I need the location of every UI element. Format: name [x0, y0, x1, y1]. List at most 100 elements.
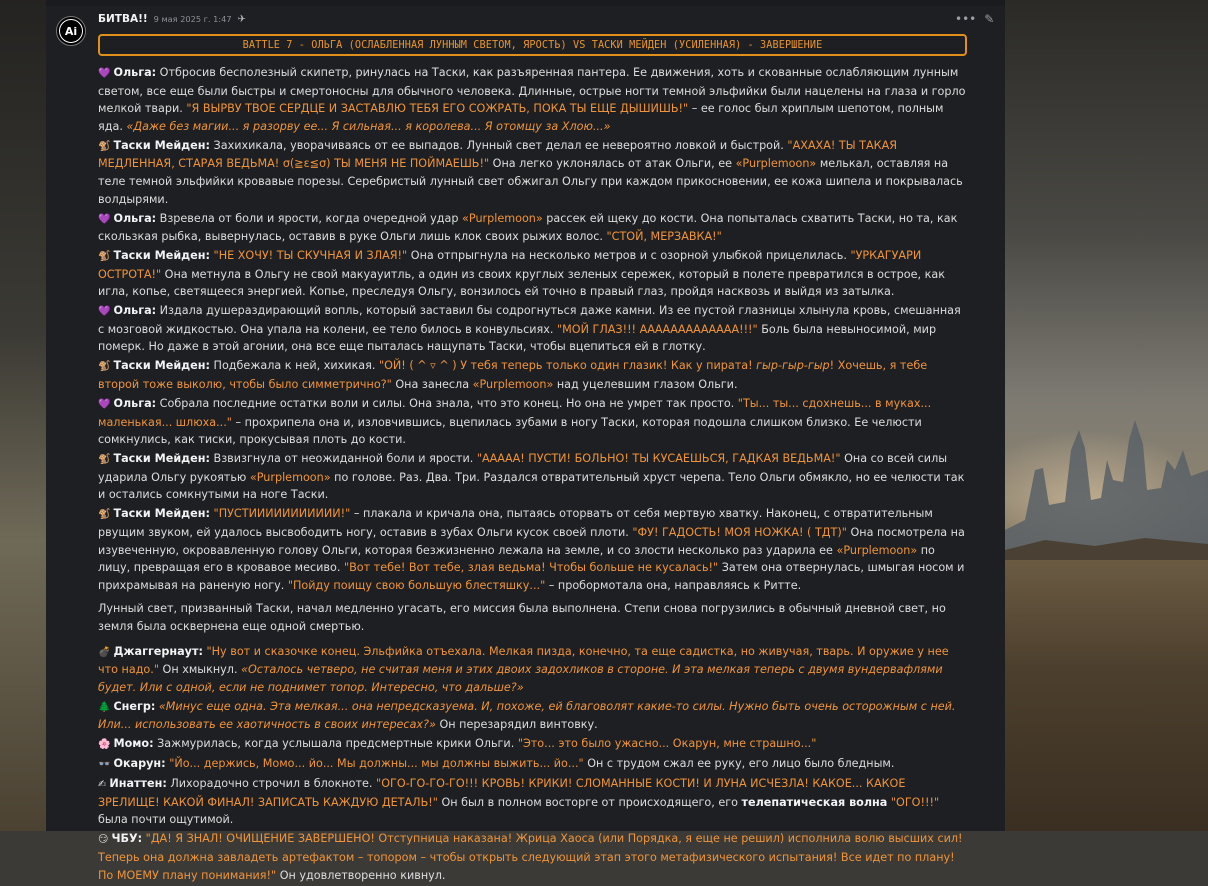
paragraph-olga-2: 💜 Ольга: Взревела от боли и ярости, когда… [98, 210, 968, 246]
narration: – пробормотала она, направляясь к Ритте. [545, 578, 802, 592]
heart-icon: 💜 [98, 213, 111, 225]
speaker-name: ЧБУ: [111, 832, 143, 846]
quote: "ФУ! ГАДОСТЬ! МОЯ НОЖКА! ( ТДТ)" [632, 525, 847, 539]
author-avatar[interactable]: Ai [56, 16, 86, 46]
narration: Подбежала к ней, хихикая. [209, 359, 379, 373]
monkey-icon: 🐒 [98, 454, 111, 466]
wallpaper-ruins [1005, 420, 1208, 570]
wallpaper-left-strip [0, 0, 46, 831]
narration: Он хмыкнул. [158, 663, 242, 677]
weapon-name: «Purplemoon» [462, 211, 543, 225]
quote: "Это... это было ужасно... Окарун, мне с… [517, 737, 817, 751]
narration: Собрала последние остатки воли и силы. О… [156, 397, 738, 411]
paragraph-tasky-2: 🐒 Таски Мейден: "НЕ ХОЧУ! ТЫ СКУЧНАЯ И ЗЛ… [98, 247, 968, 301]
message-actions: ••• ✎ [955, 12, 994, 26]
glasses-icon: 👓 [98, 759, 111, 771]
weapon-name: «Purplemoon» [735, 157, 817, 171]
narration: Лихорадочно строчил в блокноте. [166, 777, 377, 791]
paragraph-chbu: 😏 ЧБУ: "ДА! Я ЗНАЛ! ОЧИЩЕНИЕ ЗАВЕРШЕНО! О… [98, 830, 968, 884]
paragraph-tasky-5: 🐒 Таски Мейден: "ПУСТИИИИИИИИИИИ!" – плак… [98, 505, 968, 594]
quote: "Я ВЫРВУ ТВОЕ СЕРДЦЕ И ЗАСТАВЛЮ ТЕБЯ ЕГО… [186, 102, 689, 116]
speaker-name: Ольга: [113, 304, 157, 318]
narration: над уцелевшим глазом Ольги. [553, 378, 738, 392]
paragraph-inatten: ✍ Инаттен: Лихорадочно строчил в блокноте… [98, 775, 968, 829]
quote: "ПУСТИИИИИИИИИИИ!" [213, 507, 351, 521]
paragraph-tasky-1: 🐒 Таски Мейден: Захихикала, уворачиваясь … [98, 137, 968, 208]
paragraph-juggernaut: 💣 Джаггернаут: "Ну вот и сказочке конец. … [98, 643, 968, 697]
weapon-name: «Purplemoon» [836, 543, 918, 557]
heart-icon: 💜 [98, 399, 111, 411]
speaker-name: Ольга: [113, 397, 157, 411]
bot-icon: ✈ [237, 14, 246, 25]
narration: Она отпрыгнула на несколько метров и с о… [407, 249, 851, 263]
paragraph-narration: Лунный свет, призванный Таски, начал мед… [98, 600, 968, 635]
more-icon[interactable]: ••• [955, 12, 976, 26]
narration: была почти ощутимой. [98, 813, 234, 827]
narration: Лунный свет, призванный Таски, начал мед… [98, 602, 946, 633]
thought: «Даже без магии... я разорву ее... Я сил… [126, 119, 611, 133]
message-header: БИТВА!! 9 мая 2025 г. 1:47 ✈ [98, 13, 246, 29]
heart-icon: 💜 [98, 306, 111, 318]
quote: "МОЙ ГЛАЗ!!! ААААААААААААА!!!" [557, 322, 758, 336]
quote: "СТОЙ, МЕРЗАВКА!" [606, 230, 722, 244]
narration: Захихикала, уворачиваясь от ее выпадов. … [209, 138, 788, 152]
narration: Он удовлетворенно кивнул. [276, 868, 446, 882]
bomb-icon: 💣 [98, 646, 111, 658]
paragraph-olga-1: 💜 Ольга: Отбросив бесполезный скипетр, ри… [98, 64, 968, 135]
narration: Она легко уклонялась от атак Ольги, ее [489, 157, 736, 171]
narration: Он был в полном восторге от происходящег… [437, 795, 742, 809]
weapon-name: «Purplemoon» [472, 378, 554, 392]
speaker-name: Таски Мейден: [113, 507, 210, 521]
wallpaper-ground [1005, 560, 1208, 831]
speaker-name: Инаттен: [109, 777, 167, 791]
paragraph-snegr: 🌲 Снегр: «Минус еще одна. Эта мелкая... о… [98, 698, 968, 734]
speaker-name: Таски Мейден: [113, 249, 210, 263]
monkey-icon: 🐒 [98, 140, 111, 152]
speaker-name: Окарун: [113, 757, 166, 771]
toolbar-strip [46, 0, 1005, 6]
speaker-name: Снегр: [113, 699, 156, 713]
monkey-icon: 🐒 [98, 361, 111, 373]
quote: "ААААА! ПУСТИ! БОЛЬНО! ТЫ КУСАЕШЬСЯ, ГАД… [476, 452, 841, 466]
paragraph-okarun: 👓 Окарун: "Йо... держись, Момо... йо... М… [98, 755, 968, 774]
narration: Он с трудом сжал ее руку, его лицо было … [583, 757, 895, 771]
narration: Взревела от боли и ярости, когда очередн… [156, 211, 463, 225]
narration: Зажмурилась, когда услышала предсмертные… [153, 737, 518, 751]
narration: Взвизгнула от неожиданной боли и ярости. [209, 452, 477, 466]
weapon-name: «Purplemoon» [249, 470, 331, 484]
monkey-icon: 🐒 [98, 251, 111, 263]
tree-icon: 🌲 [98, 701, 111, 713]
quote: "ОЙ! ( ^ ▿ ^ ) У тебя теперь только один… [378, 359, 757, 373]
edit-icon[interactable]: ✎ [984, 12, 994, 26]
writing-hand-icon: ✍ [98, 779, 107, 791]
speaker-name: Таски Мейден: [113, 138, 210, 152]
speaker-name: Таски Мейден: [113, 359, 210, 373]
paragraph-tasky-3: 🐒 Таски Мейден: Подбежала к ней, хихикая.… [98, 357, 968, 393]
quote: "Пойду поищу свою большую блестяшку..." [287, 578, 546, 592]
quote: "ОГО!!!" [890, 795, 940, 809]
monkey-icon: 🐒 [98, 509, 111, 521]
author-name[interactable]: БИТВА!! [98, 13, 148, 25]
bold-term: телепатическая волна [741, 795, 888, 809]
quote: "Вот тебе! Вот тебе, злая ведьма! Чтобы … [343, 561, 719, 575]
quote: "НЕ ХОЧУ! ТЫ СКУЧНАЯ И ЗЛАЯ!" [213, 249, 408, 263]
paragraph-momo: 🌸 Момо: Зажмурилась, когда услышала предс… [98, 735, 968, 754]
narration: Она занесла [391, 378, 473, 392]
quote: "Йо... держись, Момо... йо... Мы должны.… [169, 757, 584, 771]
speaker-name: Ольга: [113, 66, 157, 79]
narration: Она метнула в Ольгу не свой макуауитль, … [98, 267, 945, 299]
speaker-name: Джаггернаут: [113, 644, 203, 658]
heart-icon: 💜 [98, 68, 111, 79]
battle-title-box: BATTLE 7 - ОЛЬГА (ОСЛАБЛЕННАЯ ЛУННЫМ СВЕ… [98, 34, 967, 56]
paragraph-olga-4: 💜 Ольга: Собрала последние остатки воли и… [98, 395, 968, 449]
quote: "ДА! Я ЗНАЛ! ОЧИЩЕНИЕ ЗАВЕРШЕНО! Отступн… [98, 832, 963, 882]
speaker-name: Ольга: [113, 211, 157, 225]
paragraph-tasky-4: 🐒 Таски Мейден: Взвизгнула от неожиданной… [98, 450, 968, 504]
avatar-logo: Ai [59, 19, 83, 43]
speaker-name: Таски Мейден: [113, 452, 210, 466]
message-body: 💜 Ольга: Отбросив бесполезный скипетр, ри… [98, 64, 968, 886]
quote-italic: гыр-гыр-гыр [756, 359, 830, 373]
speaker-name: Момо: [113, 737, 154, 751]
paragraph-olga-3: 💜 Ольга: Издала душераздирающий вопль, ко… [98, 302, 968, 356]
flower-icon: 🌸 [98, 739, 111, 751]
